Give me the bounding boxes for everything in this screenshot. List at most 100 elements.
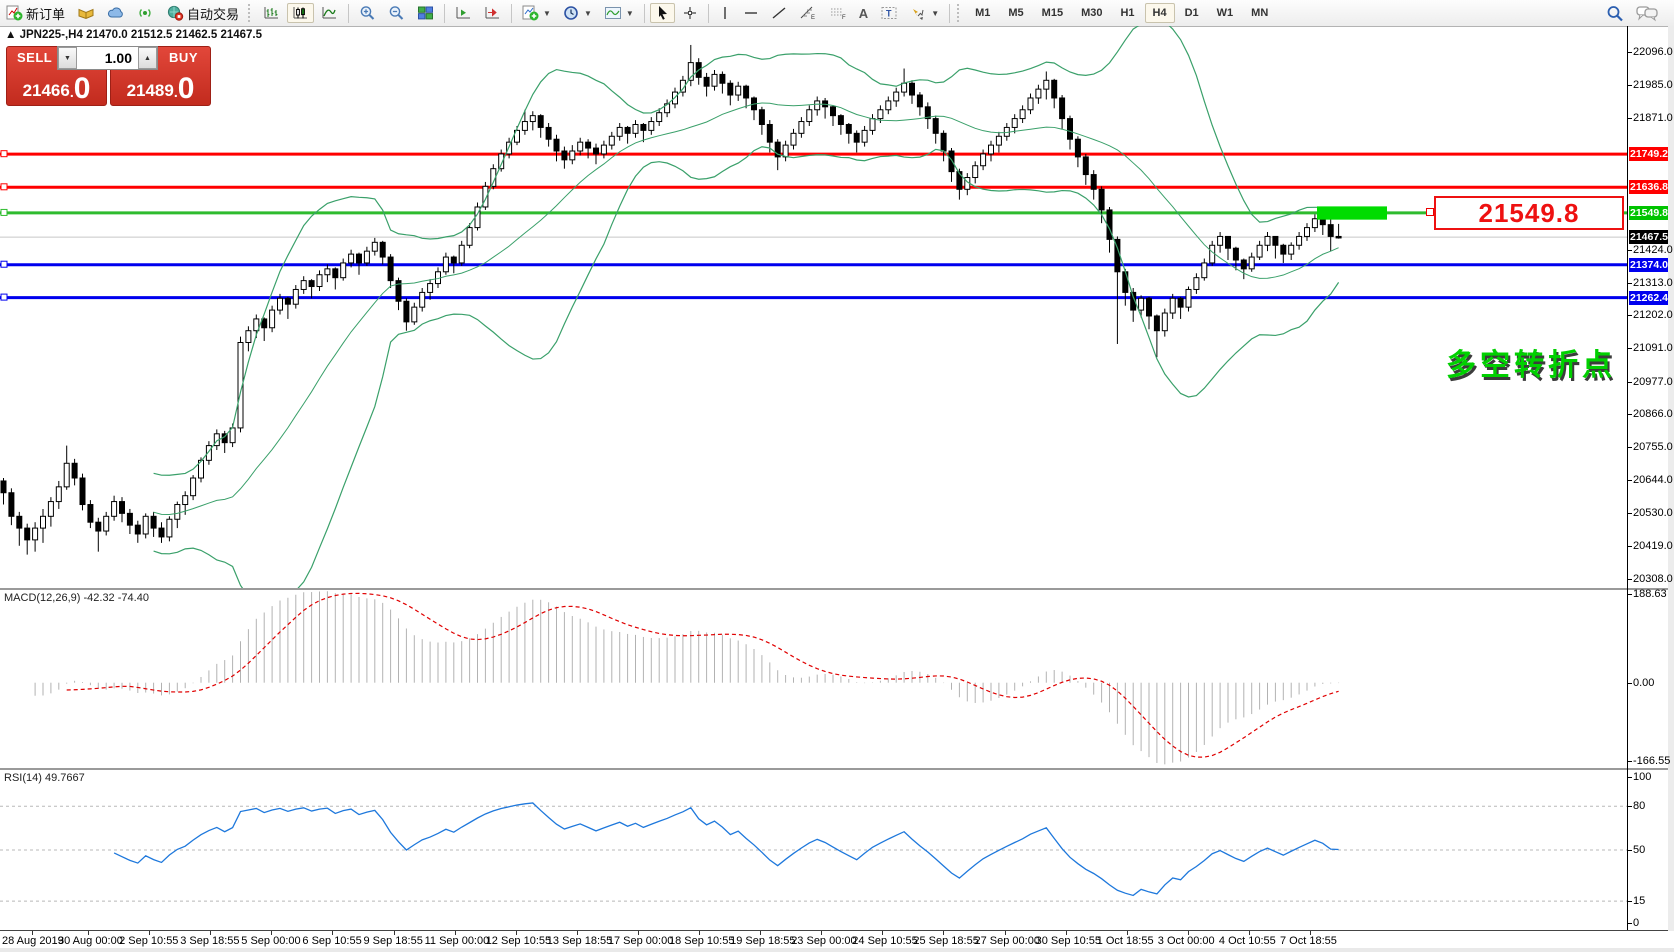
time-axis-tick: [332, 931, 333, 935]
candle: [1289, 242, 1294, 260]
vertical-line-tool-button[interactable]: [714, 3, 736, 23]
horizontal-line-tool-button[interactable]: [738, 3, 764, 23]
macd-tick-label: 0.00: [1633, 677, 1654, 689]
hline-handle[interactable]: [1, 261, 7, 267]
chinese-annotation-text[interactable]: 多空转折点: [1446, 340, 1616, 384]
hline-handle[interactable]: [1, 209, 7, 215]
indicators-dropdown-caret[interactable]: ▼: [543, 9, 551, 18]
timeframe-button-h1[interactable]: H1: [1112, 3, 1142, 23]
arrows-dropdown-caret[interactable]: ▼: [931, 9, 939, 18]
price-tag-21262.4: 21262.4: [1629, 291, 1668, 305]
cursor-tool-button[interactable]: [650, 3, 675, 23]
bar-chart-mode-button[interactable]: [258, 3, 285, 23]
timeframe-button-m1[interactable]: M1: [967, 3, 998, 23]
fibonacci-tool-button[interactable]: E: [794, 3, 822, 23]
market-watch-button[interactable]: [72, 3, 100, 23]
auto-scroll-button[interactable]: [450, 3, 477, 23]
bollinger-middle-band: [154, 103, 1339, 515]
candle: [562, 147, 567, 169]
rsi-tick-mark: [1627, 806, 1632, 807]
timeframe-button-mn[interactable]: MN: [1243, 3, 1276, 23]
candle: [1226, 236, 1231, 260]
indicators-button[interactable]: ▼: [517, 3, 556, 23]
hline-handle[interactable]: [1, 184, 7, 190]
callout-anchor-handle[interactable]: [1426, 208, 1434, 216]
new-order-button[interactable]: 新订单: [1, 3, 70, 23]
search-button[interactable]: [1601, 3, 1629, 23]
book-icon: [77, 5, 95, 21]
timeframe-button-d1[interactable]: D1: [1177, 3, 1207, 23]
candle: [404, 298, 409, 330]
candle: [1123, 269, 1128, 306]
toolbar-separator: [444, 4, 445, 23]
macd-tick-mark: [1627, 683, 1632, 684]
chat-button[interactable]: [1631, 3, 1663, 23]
candle: [941, 130, 946, 161]
timeframe-button-m15[interactable]: M15: [1034, 3, 1071, 23]
candle: [120, 497, 125, 522]
candle: [1297, 232, 1302, 250]
zoom-in-button[interactable]: [354, 3, 381, 23]
candle: [341, 259, 346, 281]
candle: [609, 132, 614, 150]
candle: [894, 88, 899, 107]
crosshair-tool-button[interactable]: [677, 3, 703, 23]
time-axis-tick: [699, 931, 700, 935]
rsi-panel[interactable]: [0, 770, 1627, 930]
autotrading-button[interactable]: 自动交易: [161, 3, 244, 23]
timeframe-button-h4[interactable]: H4: [1145, 3, 1175, 23]
time-axis-tick: [1005, 931, 1006, 935]
price-callout-label[interactable]: 21549.8: [1434, 196, 1624, 230]
templates-dropdown-caret[interactable]: ▼: [626, 9, 634, 18]
text-tool-button[interactable]: A: [854, 3, 873, 23]
rsi-tick-label: 0: [1633, 917, 1639, 929]
hline-handle[interactable]: [1, 294, 7, 300]
macd-panel[interactable]: [0, 590, 1627, 768]
templates-button[interactable]: ▼: [599, 3, 639, 23]
timeframe-button-w1[interactable]: W1: [1209, 3, 1242, 23]
volume-decrease-button[interactable]: ▼: [58, 47, 77, 69]
trendline-tool-button[interactable]: [766, 3, 792, 23]
window-bottom-edge: [0, 948, 1674, 952]
rsi-tick-mark: [1627, 777, 1632, 778]
candle: [862, 126, 867, 147]
candle: [72, 459, 77, 486]
main-price-chart[interactable]: [0, 26, 1627, 588]
svg-text:E: E: [811, 15, 815, 21]
line-chart-mode-button[interactable]: [316, 3, 343, 23]
timeframe-button-m30[interactable]: M30: [1073, 3, 1110, 23]
candlestick-mode-button[interactable]: [287, 3, 314, 23]
data-window-button[interactable]: [102, 3, 130, 23]
time-axis-tick: [394, 931, 395, 935]
channel-icon: F: [829, 5, 847, 21]
rsi-tick-mark: [1627, 901, 1632, 902]
tile-windows-button[interactable]: [412, 3, 439, 23]
candle: [293, 285, 298, 309]
zoom-out-button[interactable]: [383, 3, 410, 23]
candle: [704, 73, 709, 97]
periods-button[interactable]: ▼: [558, 3, 597, 23]
chart-shift-button[interactable]: [479, 3, 506, 23]
price-tick-label: 21871.0: [1633, 112, 1673, 124]
candle: [309, 279, 314, 298]
toolbar-drag-handle[interactable]: [957, 4, 963, 22]
candle: [25, 524, 30, 555]
volume-input[interactable]: 1.00: [77, 47, 138, 69]
price-tick-mark: [1627, 447, 1632, 448]
timeframe-button-m5[interactable]: M5: [1000, 3, 1031, 23]
toolbar-drag-handle[interactable]: [248, 4, 254, 22]
signals-button[interactable]: [132, 3, 159, 23]
label-tool-button[interactable]: T: [875, 3, 903, 23]
candle: [736, 82, 741, 101]
channel-tool-button[interactable]: F: [824, 3, 852, 23]
zoom-in-icon: [359, 5, 376, 21]
panel-collapse-icon[interactable]: ▲: [5, 29, 16, 41]
hline-handle[interactable]: [1, 151, 7, 157]
highlight-rectangle[interactable]: [1317, 206, 1387, 219]
periods-dropdown-caret[interactable]: ▼: [584, 9, 592, 18]
volume-increase-button[interactable]: ▲: [138, 47, 157, 69]
candle: [965, 173, 970, 195]
arrows-tool-button[interactable]: ▼: [905, 3, 944, 23]
price-tick-label: 21202.0: [1633, 309, 1673, 321]
rsi-tick-mark: [1627, 923, 1632, 924]
